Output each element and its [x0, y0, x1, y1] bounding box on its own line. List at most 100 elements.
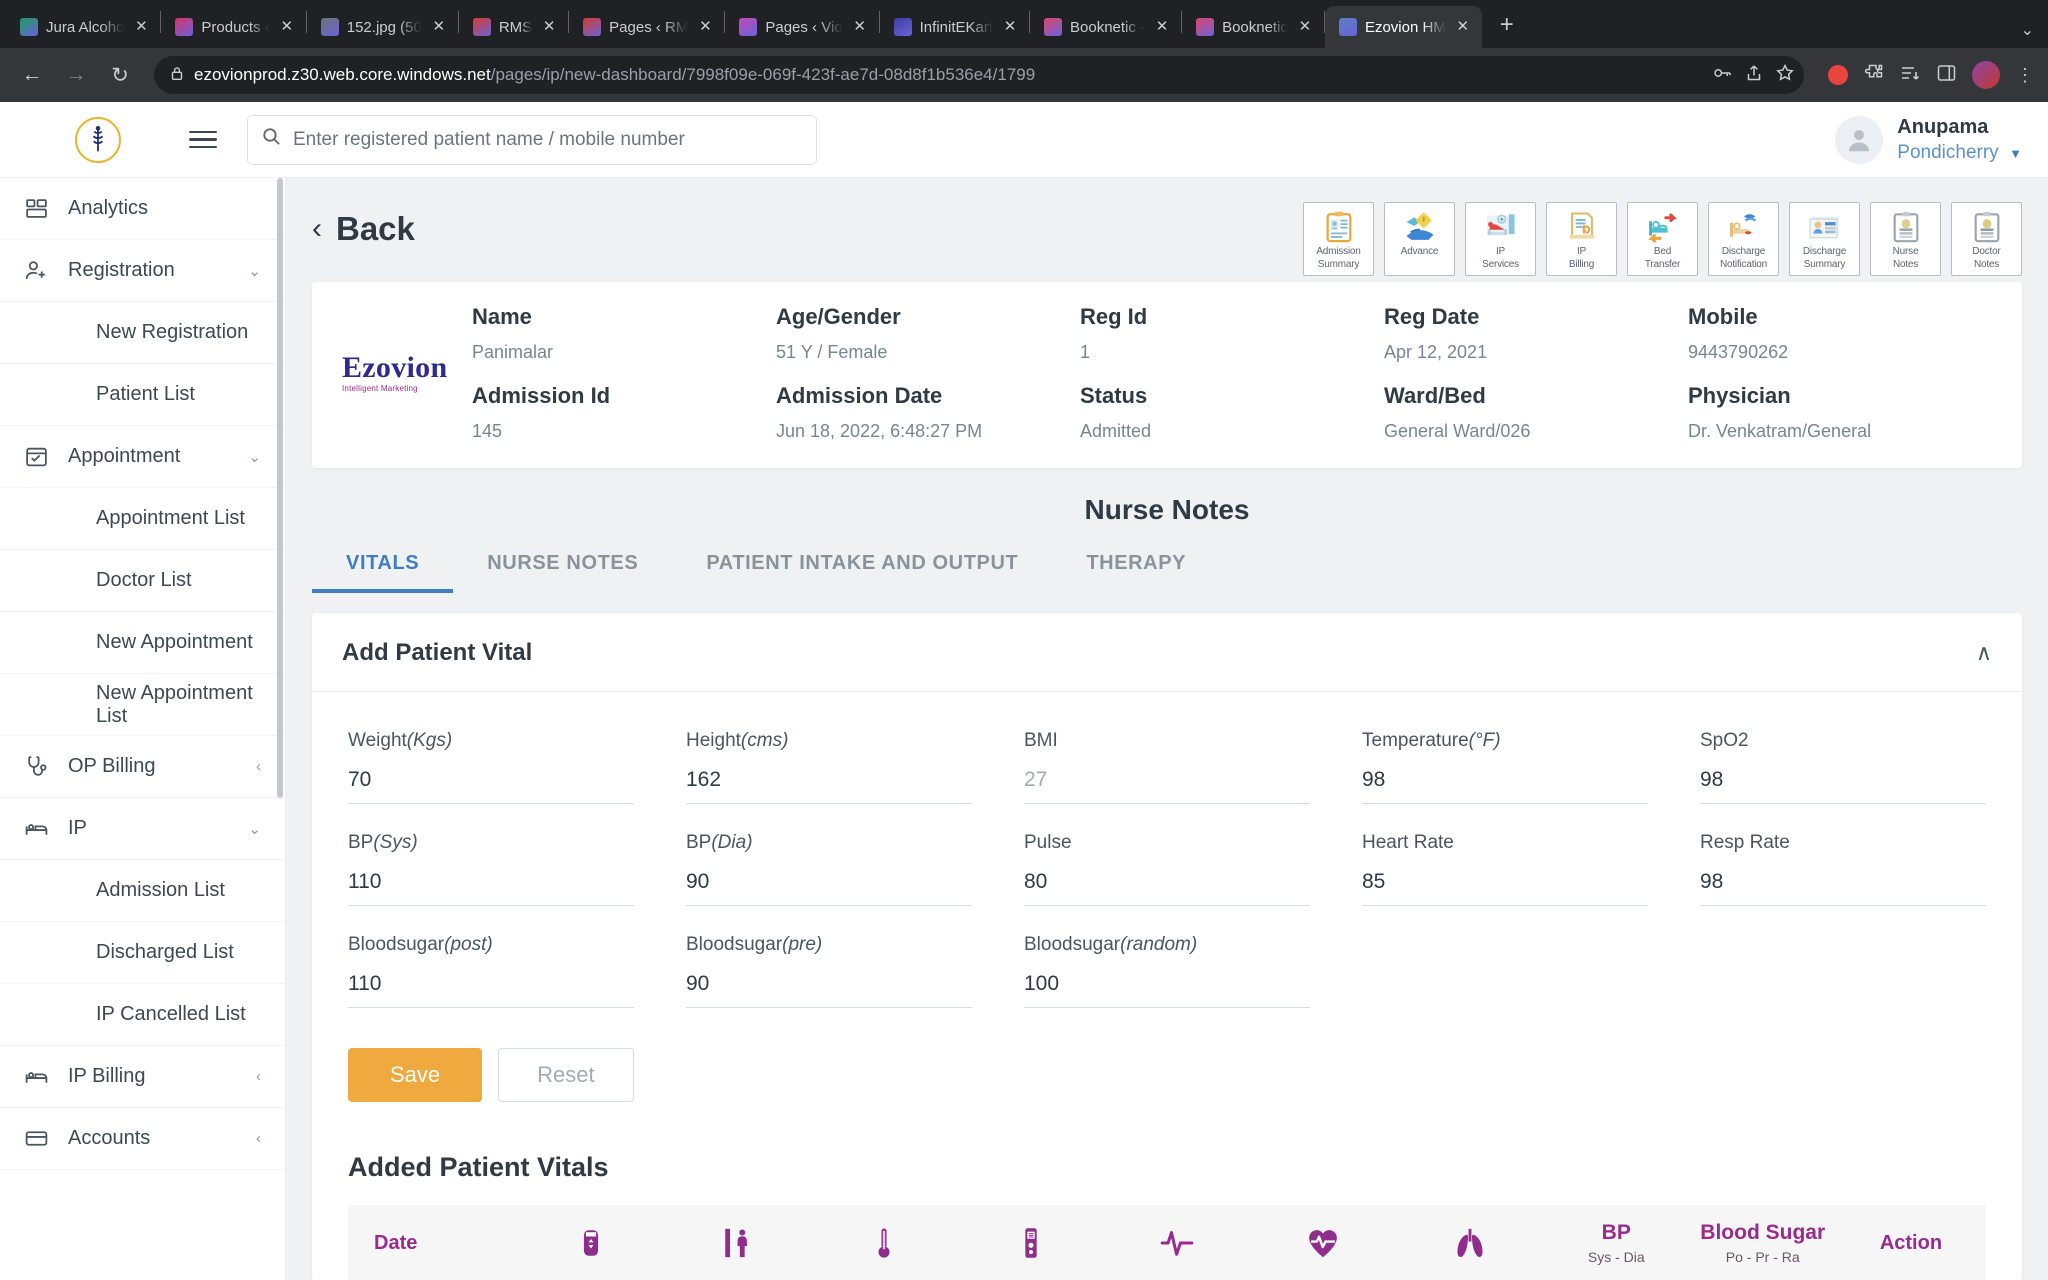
close-icon[interactable]: ✕ [1296, 18, 1314, 36]
close-icon[interactable]: ✕ [696, 18, 714, 36]
sidebar-item-ip-cancelled-list[interactable]: IP Cancelled List [0, 984, 285, 1046]
chevron-down-icon[interactable]: ⌄ [248, 820, 261, 838]
field-input-weight-kgs[interactable]: 70 [348, 768, 634, 804]
browser-tab[interactable]: InfinitEKart✕ [880, 6, 1029, 48]
share-icon[interactable] [1746, 64, 1762, 87]
chevron-left-icon[interactable]: ‹ [256, 1068, 261, 1085]
extension-red-icon[interactable] [1828, 65, 1848, 85]
sidebar-item-patient-list[interactable]: Patient List [0, 364, 285, 426]
sidebar-scrollbar[interactable] [277, 178, 283, 798]
browser-tab[interactable]: Booknetic -✕ [1030, 6, 1181, 48]
info-reg-id: Reg Id 1 [1080, 304, 1384, 383]
patient-search-box[interactable] [247, 115, 817, 165]
action-button-ip-services[interactable]: IPServices [1465, 202, 1536, 276]
field-input-heart-rate[interactable]: 85 [1362, 870, 1648, 906]
field-input-height-cms[interactable]: 162 [686, 768, 972, 804]
sidebar-item-appointment[interactable]: Appointment⌄ [0, 426, 285, 488]
chevron-left-icon[interactable]: ‹ [256, 1130, 261, 1147]
action-button-discharge-summary[interactable]: DischargeSummary [1789, 202, 1860, 276]
field-input-bloodsugar-post[interactable]: 110 [348, 972, 634, 1008]
close-icon[interactable]: ✕ [540, 18, 558, 36]
action-button-doctor-notes[interactable]: DoctorNotes [1951, 202, 2022, 276]
browser-tab[interactable]: Products ‹✕ [161, 6, 305, 48]
sidebar-item-new-appointment-list[interactable]: New Appointment List [0, 674, 285, 736]
browser-tab[interactable]: Pages ‹ Vio✕ [725, 6, 878, 48]
profile-avatar[interactable] [1972, 61, 2000, 89]
chevron-left-icon[interactable]: ‹ [256, 758, 261, 775]
field-input-bp-sys[interactable]: 110 [348, 870, 634, 906]
sidebar-item-admission-list[interactable]: Admission List [0, 860, 285, 922]
action-button-nurse-notes[interactable]: NurseNotes [1870, 202, 1941, 276]
bookmark-star-icon[interactable] [1776, 64, 1794, 86]
panel-header[interactable]: Add Patient Vital ∧ [312, 613, 2022, 692]
close-icon[interactable]: ✕ [278, 18, 296, 36]
search-input[interactable] [293, 129, 802, 151]
side-panel-icon[interactable] [1937, 64, 1956, 87]
action-button-label: IP [1494, 245, 1507, 258]
reset-button[interactable]: Reset [498, 1048, 633, 1102]
chevron-down-icon[interactable]: ⌄ [248, 448, 261, 466]
sidebar-item-new-registration[interactable]: New Registration [0, 302, 285, 364]
reading-list-icon[interactable] [1900, 64, 1921, 87]
action-button-discharge-notification[interactable]: DischargeNotification [1708, 202, 1779, 276]
tab-favicon-icon [321, 18, 339, 36]
tab-list-chevron-icon[interactable]: ⌄ [2021, 20, 2034, 40]
action-button-advance[interactable]: Advance [1384, 202, 1455, 276]
extensions-puzzle-icon[interactable] [1864, 63, 1884, 88]
save-button[interactable]: Save [348, 1048, 482, 1102]
close-icon[interactable]: ✕ [851, 18, 869, 36]
tab-vitals[interactable]: VITALS [312, 536, 453, 593]
vitals-form: Weight(Kgs)70Height(cms)162BMI27Temperat… [312, 692, 2022, 1036]
sidebar-item-accounts[interactable]: Accounts‹ [0, 1108, 285, 1170]
chevron-down-icon[interactable]: ⌄ [248, 262, 261, 280]
close-icon[interactable]: ✕ [1153, 18, 1171, 36]
sidebar-item-ip-billing[interactable]: IP Billing‹ [0, 1046, 285, 1108]
sidebar-item-analytics[interactable]: Analytics [0, 178, 285, 240]
sidebar-item-op-billing[interactable]: OP Billing‹ [0, 736, 285, 798]
header-user-area[interactable]: Anupama Pondicherry ▼ [1835, 114, 2022, 165]
close-icon[interactable]: ✕ [132, 18, 150, 36]
browser-tab[interactable]: Pages ‹ RM✕ [569, 6, 724, 48]
field-input-spo2[interactable]: 98 [1700, 768, 1986, 804]
discharge-doc-icon [1808, 209, 1842, 245]
browser-tab-active[interactable]: Ezovion HM✕ [1325, 6, 1482, 48]
field-input-temperature-f[interactable]: 98 [1362, 768, 1648, 804]
chevron-down-icon[interactable]: ▼ [2009, 146, 2022, 161]
sidebar-item-registration[interactable]: Registration⌄ [0, 240, 285, 302]
sidebar-item-ip[interactable]: IP⌄ [0, 798, 285, 860]
browser-menu-icon[interactable]: ⋮ [2016, 65, 2034, 86]
field-input-bp-dia[interactable]: 90 [686, 870, 972, 906]
sidebar-item-discharged-list[interactable]: Discharged List [0, 922, 285, 984]
field-input-bloodsugar-random[interactable]: 100 [1024, 972, 1310, 1008]
field-input-pulse[interactable]: 80 [1024, 870, 1310, 906]
browser-tab[interactable]: RMS✕ [459, 6, 568, 48]
browser-tab[interactable]: Booknetic✕ [1182, 6, 1324, 48]
tab-therapy[interactable]: THERAPY [1052, 536, 1220, 593]
field-input-resp-rate[interactable]: 98 [1700, 870, 1986, 906]
close-icon[interactable]: ✕ [1454, 18, 1472, 36]
action-button-admission-summary[interactable]: AdmissionSummary [1303, 202, 1374, 276]
chevron-up-icon[interactable]: ∧ [1976, 640, 1992, 666]
address-bar[interactable]: ezovionprod.z30.web.core.windows.net/pag… [154, 56, 1804, 94]
action-button-ip-billing[interactable]: IPBilling [1546, 202, 1617, 276]
sidebar-item-appointment-list[interactable]: Appointment List [0, 488, 285, 550]
reload-icon[interactable]: ↻ [102, 57, 138, 93]
sidebar-item-new-appointment[interactable]: New Appointment [0, 612, 285, 674]
browser-tab[interactable]: 152.jpg (50✕ [307, 6, 458, 48]
field-input-bloodsugar-pre[interactable]: 90 [686, 972, 972, 1008]
sidebar-item-doctor-list[interactable]: Doctor List [0, 550, 285, 612]
browser-tab[interactable]: Jura Alcoho✕ [6, 6, 160, 48]
back-button[interactable]: ‹ Back [312, 196, 415, 248]
user-location-row[interactable]: Pondicherry ▼ [1897, 140, 2022, 165]
new-tab-button[interactable]: + [1490, 10, 1524, 44]
tab-nurse-notes[interactable]: NURSE NOTES [453, 536, 672, 593]
menu-toggle-button[interactable] [181, 123, 225, 157]
forward-nav-icon[interactable]: → [58, 57, 94, 93]
action-button-bed-transfer[interactable]: BedTransfer [1627, 202, 1698, 276]
password-key-icon[interactable] [1713, 65, 1732, 86]
back-nav-icon[interactable]: ← [14, 57, 50, 93]
app-logo[interactable] [26, 117, 169, 163]
tab-patient-intake-and-output[interactable]: PATIENT INTAKE AND OUTPUT [672, 536, 1052, 593]
close-icon[interactable]: ✕ [430, 18, 448, 36]
close-icon[interactable]: ✕ [1001, 18, 1019, 36]
